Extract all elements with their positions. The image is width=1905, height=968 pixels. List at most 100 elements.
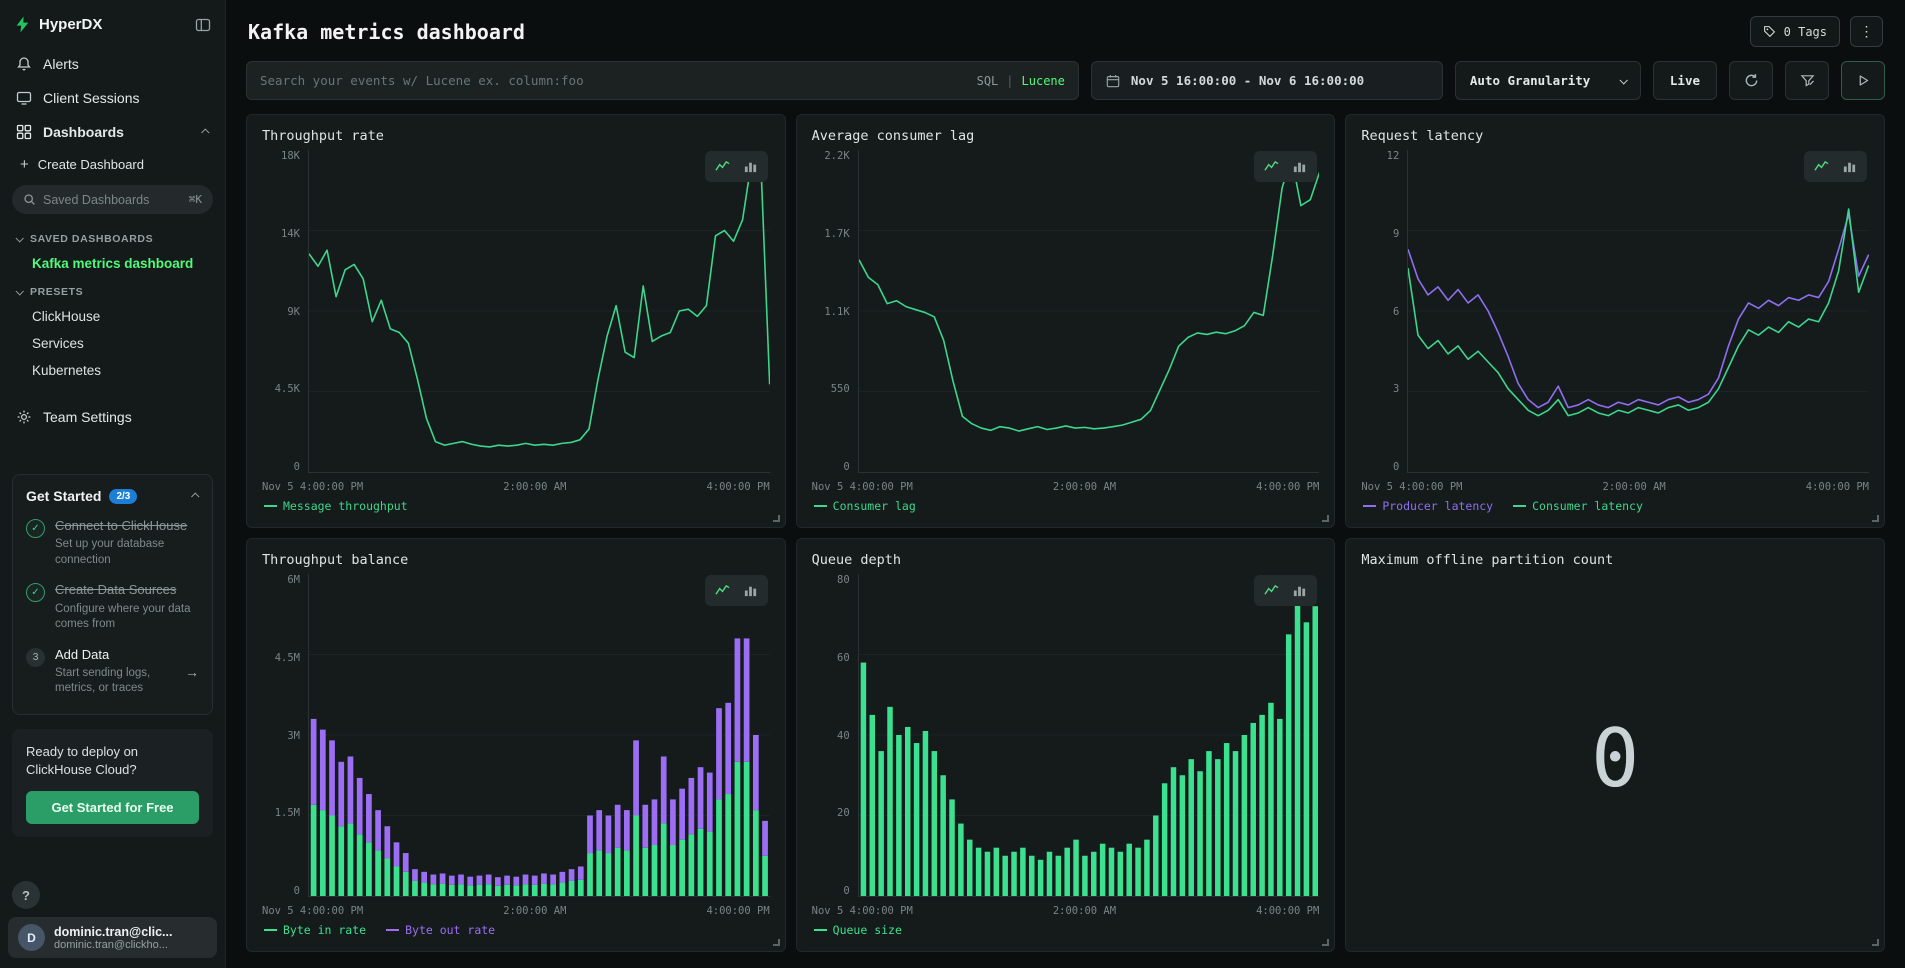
bar-chart-icon[interactable] bbox=[743, 583, 758, 598]
x-tick-label: 2:00:00 AM bbox=[1053, 481, 1116, 493]
more-options-button[interactable]: ⋮ bbox=[1850, 16, 1883, 47]
x-axis: Nov 5 4:00:00 PM2:00:00 AM4:00:00 PM bbox=[812, 473, 1320, 493]
saved-dashboards-search[interactable]: ⌘K bbox=[12, 185, 213, 214]
help-button[interactable]: ? bbox=[12, 881, 40, 909]
line-chart-icon[interactable] bbox=[715, 159, 730, 174]
sidebar-item-label: Alerts bbox=[43, 56, 79, 72]
chart-type-toggle[interactable] bbox=[705, 575, 768, 606]
y-tick-label: 4.5M bbox=[275, 652, 300, 664]
resize-handle-icon[interactable] bbox=[773, 939, 780, 946]
chart-area: 806040200Nov 5 4:00:00 PM2:00:00 AM4:00:… bbox=[812, 574, 1320, 917]
resize-handle-icon[interactable] bbox=[773, 515, 780, 522]
chart-plot[interactable] bbox=[858, 574, 1320, 897]
sidebar-item-team-settings[interactable]: Team Settings bbox=[0, 400, 225, 434]
lucene-mode-toggle[interactable]: Lucene bbox=[1022, 74, 1065, 88]
step-number-icon: 3 bbox=[26, 648, 45, 667]
line-chart-icon[interactable] bbox=[1814, 159, 1829, 174]
chart-area: 2.2K1.7K1.1K5500Nov 5 4:00:00 PM2:00:00 … bbox=[812, 150, 1320, 493]
y-tick-label: 14K bbox=[281, 228, 300, 240]
bar-chart-icon[interactable] bbox=[1292, 159, 1307, 174]
y-tick-label: 12 bbox=[1387, 150, 1400, 162]
sidebar-item-label: Team Settings bbox=[43, 409, 132, 425]
event-search-bar[interactable]: SQL | Lucene bbox=[246, 61, 1079, 100]
chart-plot[interactable] bbox=[1407, 150, 1869, 473]
chevron-up-icon[interactable] bbox=[191, 492, 199, 500]
bell-icon bbox=[16, 56, 32, 72]
app-logo[interactable]: HyperDX bbox=[14, 16, 102, 33]
sidebar-item-services[interactable]: Services bbox=[0, 330, 225, 357]
bar-chart-icon[interactable] bbox=[1842, 159, 1857, 174]
get-started-free-button[interactable]: Get Started for Free bbox=[26, 791, 199, 824]
dashboards-grid-icon bbox=[16, 124, 32, 140]
chart-type-toggle[interactable] bbox=[1254, 151, 1317, 182]
live-button[interactable]: Live bbox=[1653, 61, 1717, 100]
y-tick-label: 6M bbox=[287, 574, 300, 586]
resize-handle-icon[interactable] bbox=[1322, 939, 1329, 946]
chart-plot[interactable] bbox=[308, 574, 770, 897]
y-tick-label: 0 bbox=[294, 461, 300, 473]
filter-button[interactable] bbox=[1785, 61, 1829, 100]
legend-dash-icon bbox=[814, 929, 827, 931]
legend-label: Producer latency bbox=[1382, 499, 1493, 513]
sidebar: HyperDX Alerts Client Sessions Dashboard… bbox=[0, 0, 226, 968]
step-desc: Configure where your data comes from bbox=[55, 602, 199, 633]
tags-button[interactable]: 0 Tags bbox=[1750, 16, 1840, 47]
date-range-picker[interactable]: Nov 5 16:00:00 - Nov 6 16:00:00 bbox=[1091, 61, 1443, 100]
y-tick-label: 9 bbox=[1393, 228, 1399, 240]
refresh-button[interactable] bbox=[1729, 61, 1773, 100]
legend-item[interactable]: Queue size bbox=[814, 923, 902, 937]
sidebar-item-kafka-dashboard[interactable]: Kafka metrics dashboard bbox=[0, 250, 225, 277]
presets-section-header[interactable]: PRESETS bbox=[0, 277, 225, 303]
get-started-step-sources[interactable]: ✓ Create Data Sources Configure where yo… bbox=[26, 582, 199, 632]
chart-plot[interactable] bbox=[858, 150, 1320, 473]
sidebar-item-client-sessions[interactable]: Client Sessions bbox=[0, 81, 225, 115]
sidebar-item-dashboards[interactable]: Dashboards bbox=[0, 115, 225, 149]
check-circle-icon: ✓ bbox=[26, 519, 45, 538]
sidebar-item-clickhouse[interactable]: ClickHouse bbox=[0, 303, 225, 330]
line-chart-icon[interactable] bbox=[1264, 159, 1279, 174]
run-query-button[interactable] bbox=[1841, 61, 1885, 100]
legend-item[interactable]: Byte in rate bbox=[264, 923, 366, 937]
sql-mode-toggle[interactable]: SQL bbox=[977, 74, 999, 88]
legend-item[interactable]: Consumer lag bbox=[814, 499, 916, 513]
legend-label: Consumer lag bbox=[833, 499, 916, 513]
line-chart-icon[interactable] bbox=[715, 583, 730, 598]
line-chart-icon[interactable] bbox=[1264, 583, 1279, 598]
event-search-input[interactable] bbox=[260, 73, 969, 88]
y-tick-label: 0 bbox=[843, 885, 849, 897]
filter-icon bbox=[1800, 73, 1815, 88]
bar-chart-icon[interactable] bbox=[1292, 583, 1307, 598]
create-dashboard-label: Create Dashboard bbox=[38, 157, 144, 172]
resize-handle-icon[interactable] bbox=[1322, 515, 1329, 522]
legend-item[interactable]: Consumer latency bbox=[1513, 499, 1643, 513]
get-started-step-connect[interactable]: ✓ Connect to ClickHouse Set up your data… bbox=[26, 518, 199, 568]
saved-dashboards-search-input[interactable] bbox=[43, 193, 182, 207]
user-menu[interactable]: D dominic.tran@clic... dominic.tran@clic… bbox=[8, 917, 217, 958]
granularity-select[interactable]: Auto Granularity bbox=[1455, 61, 1641, 100]
sidebar-item-kubernetes[interactable]: Kubernetes bbox=[0, 357, 225, 384]
resize-handle-icon[interactable] bbox=[1872, 515, 1879, 522]
chart-title: Queue depth bbox=[812, 552, 1320, 568]
legend-item[interactable]: Producer latency bbox=[1363, 499, 1493, 513]
sidebar-item-label: Dashboards bbox=[43, 124, 124, 140]
legend-item[interactable]: Message throughput bbox=[264, 499, 408, 513]
bar-chart-icon[interactable] bbox=[743, 159, 758, 174]
y-tick-label: 3 bbox=[1393, 383, 1399, 395]
avatar: D bbox=[18, 924, 45, 951]
legend-label: Byte out rate bbox=[405, 923, 495, 937]
chart-title: Request latency bbox=[1361, 128, 1869, 144]
refresh-icon bbox=[1744, 73, 1759, 88]
chart-type-toggle[interactable] bbox=[705, 151, 768, 182]
sidebar-item-alerts[interactable]: Alerts bbox=[0, 47, 225, 81]
step-title: Add Data bbox=[55, 647, 175, 663]
get-started-step-add-data[interactable]: 3 Add Data Start sending logs, metrics, … bbox=[26, 647, 199, 697]
create-dashboard-button[interactable]: + Create Dashboard bbox=[0, 149, 225, 183]
resize-handle-icon[interactable] bbox=[1872, 939, 1879, 946]
legend-item[interactable]: Byte out rate bbox=[386, 923, 495, 937]
saved-dashboards-section-header[interactable]: SAVED DASHBOARDS bbox=[0, 224, 225, 250]
legend-label: Queue size bbox=[833, 923, 902, 937]
collapse-sidebar-icon[interactable] bbox=[195, 17, 211, 33]
chart-type-toggle[interactable] bbox=[1804, 151, 1867, 182]
chart-type-toggle[interactable] bbox=[1254, 575, 1317, 606]
chart-plot[interactable] bbox=[308, 150, 770, 473]
